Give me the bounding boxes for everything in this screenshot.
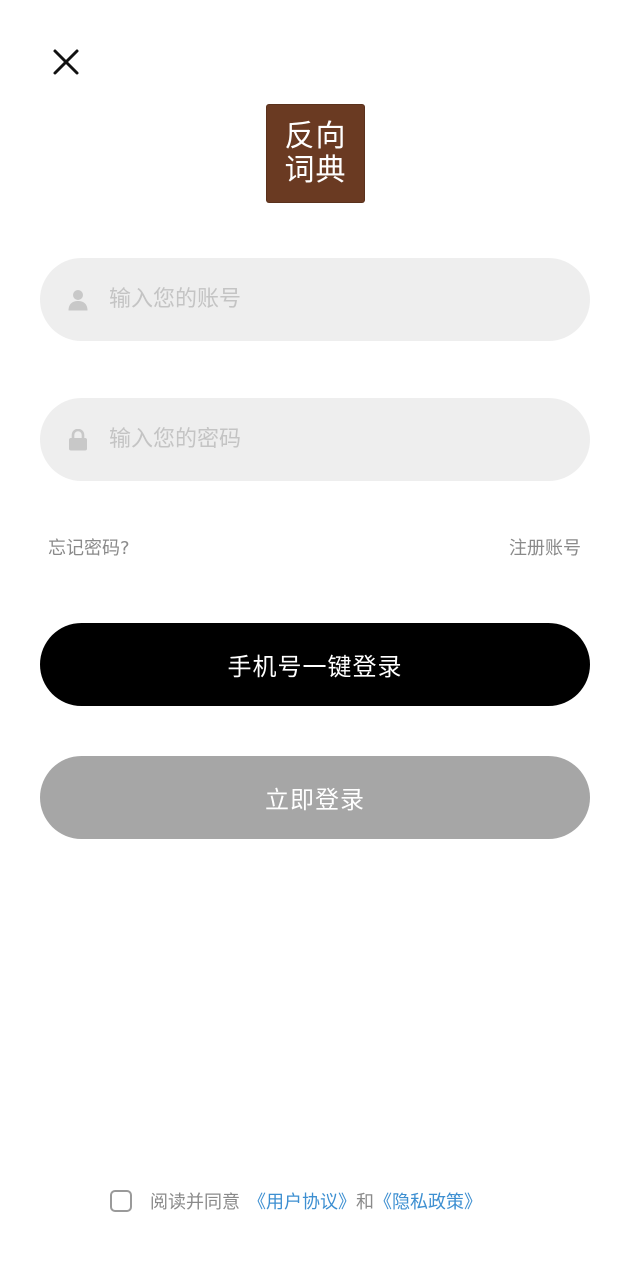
lock-icon (67, 428, 89, 452)
logo-text-line2: 词典 (284, 152, 347, 188)
account-input[interactable] (109, 287, 529, 312)
close-icon (53, 49, 79, 75)
login-button[interactable]: 立即登录 (40, 756, 590, 839)
phone-login-button[interactable]: 手机号一键登录 (40, 623, 590, 706)
privacy-policy-link[interactable]: 《隐私政策》 (374, 1188, 482, 1214)
user-agreement-link[interactable]: 《用户协议》 (248, 1188, 356, 1214)
logo-text-line1: 反向 (284, 118, 347, 154)
agreement-conjunction: 和 (356, 1192, 374, 1213)
app-logo: 反向 词典 (266, 104, 365, 203)
agreement-checkbox[interactable] (110, 1190, 132, 1212)
auxiliary-links: 忘记密码? 注册账号 (48, 533, 581, 561)
password-input[interactable] (109, 427, 529, 452)
register-link[interactable]: 注册账号 (509, 534, 581, 560)
forgot-password-link[interactable]: 忘记密码? (48, 534, 130, 560)
agreement-row: 阅读并同意 《用户协议》 和 《隐私政策》 (110, 1186, 482, 1216)
account-field[interactable] (40, 258, 590, 341)
agreement-prefix: 阅读并同意 (150, 1192, 240, 1213)
close-button[interactable] (46, 42, 86, 82)
password-field[interactable] (40, 398, 590, 481)
user-icon (67, 288, 89, 312)
